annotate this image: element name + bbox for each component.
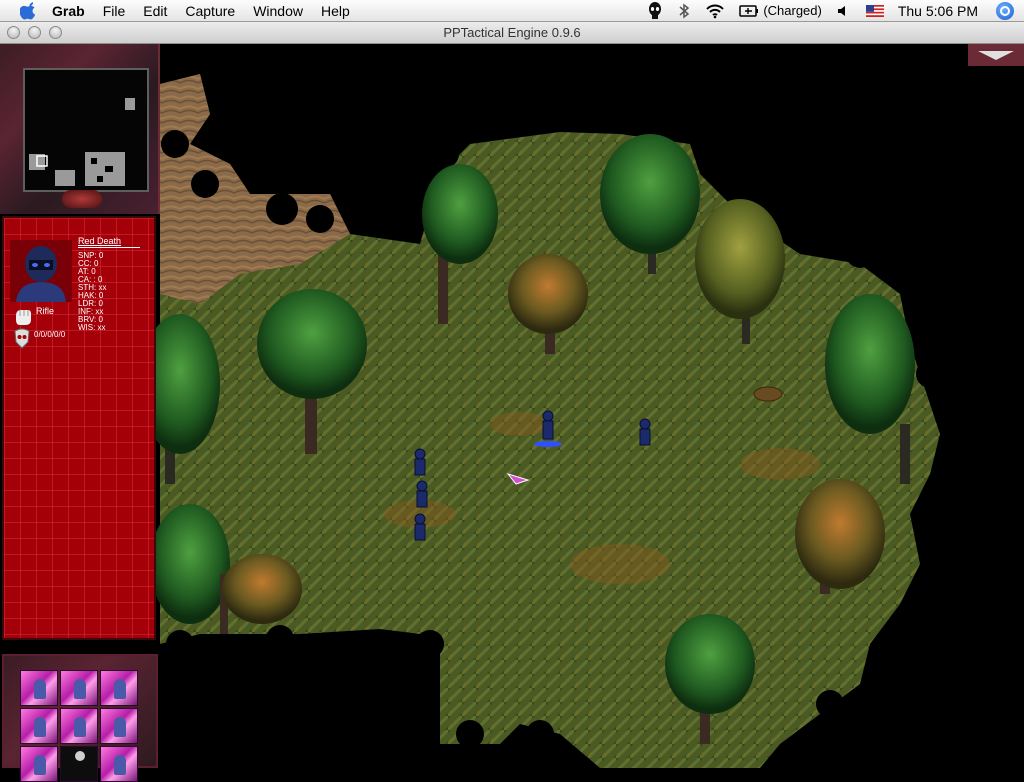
apple-icon[interactable]	[20, 1, 38, 20]
squad-slot[interactable]	[60, 708, 98, 744]
soldier-unit[interactable]	[416, 480, 428, 508]
battery-text: (Charged)	[763, 3, 822, 18]
menu-file[interactable]: File	[94, 0, 135, 22]
bluetooth-icon[interactable]	[677, 3, 691, 19]
menu-capture[interactable]: Capture	[176, 0, 244, 22]
minimize-button[interactable]	[28, 26, 41, 39]
sidebar: Red Death SNP: 0 CC: 0 AT: 0 CA: : 0 STH…	[0, 44, 160, 782]
clock[interactable]: Thu 5:06 PM	[898, 3, 978, 19]
soldier-unit[interactable]	[414, 513, 426, 541]
menu-bar: Grab File Edit Capture Window Help (Char…	[0, 0, 1024, 22]
menu-help[interactable]: Help	[312, 0, 359, 22]
spotlight-icon[interactable]	[996, 1, 1014, 20]
menu-extras: (Charged) Thu 5:06 PM	[647, 0, 1024, 22]
window-title-bar[interactable]: PPTactical Engine 0.9.6	[0, 22, 1024, 44]
wifi-icon[interactable]	[705, 3, 725, 19]
scroll-menu-toggle-icon[interactable]	[968, 44, 1024, 66]
squad-slot[interactable]	[20, 708, 58, 744]
fist-icon[interactable]	[12, 306, 34, 328]
zoom-button[interactable]	[49, 26, 62, 39]
minimap[interactable]	[23, 68, 149, 192]
battery-icon	[739, 4, 759, 17]
squad-slot[interactable]	[60, 670, 98, 706]
us-flag-icon[interactable]	[865, 4, 884, 17]
minimap-knob	[62, 190, 102, 208]
unit-stats: SNP: 0 CC: 0 AT: 0 CA: : 0 STH: xx HAK: …	[78, 252, 106, 332]
squad-slot[interactable]	[100, 708, 138, 744]
menu-app-name[interactable]: Grab	[52, 0, 94, 22]
squad-slot[interactable]	[100, 746, 138, 782]
squad-slot[interactable]	[20, 746, 58, 782]
volume-icon[interactable]	[836, 4, 852, 18]
alien-icon[interactable]	[647, 1, 663, 20]
squad-slot[interactable]	[20, 670, 58, 706]
squad-slot[interactable]	[100, 670, 138, 706]
squad-roster	[2, 654, 158, 782]
skull-icon	[14, 328, 30, 349]
unit-info-panel: Red Death SNP: 0 CC: 0 AT: 0 CA: : 0 STH…	[2, 216, 156, 662]
menu-window[interactable]: Window	[244, 0, 312, 22]
soldier-unit[interactable]	[414, 448, 426, 476]
minimap-frame	[0, 44, 160, 214]
unit-name: Red Death	[78, 236, 140, 248]
soldier-portrait[interactable]	[10, 240, 72, 302]
stat-wis: WIS: xx	[78, 323, 106, 332]
close-button[interactable]	[7, 26, 20, 39]
squad-slot-dead[interactable]	[60, 746, 98, 782]
window-controls	[7, 26, 62, 39]
kill-count: 0/0/0/0/0	[34, 330, 66, 339]
menu-edit[interactable]: Edit	[134, 0, 176, 22]
battery-status[interactable]: (Charged)	[739, 3, 822, 18]
soldier-unit[interactable]	[639, 418, 651, 446]
weapon-label: Rifle	[36, 306, 55, 316]
window-title: PPTactical Engine 0.9.6	[443, 25, 581, 40]
squad-grid	[20, 670, 138, 782]
